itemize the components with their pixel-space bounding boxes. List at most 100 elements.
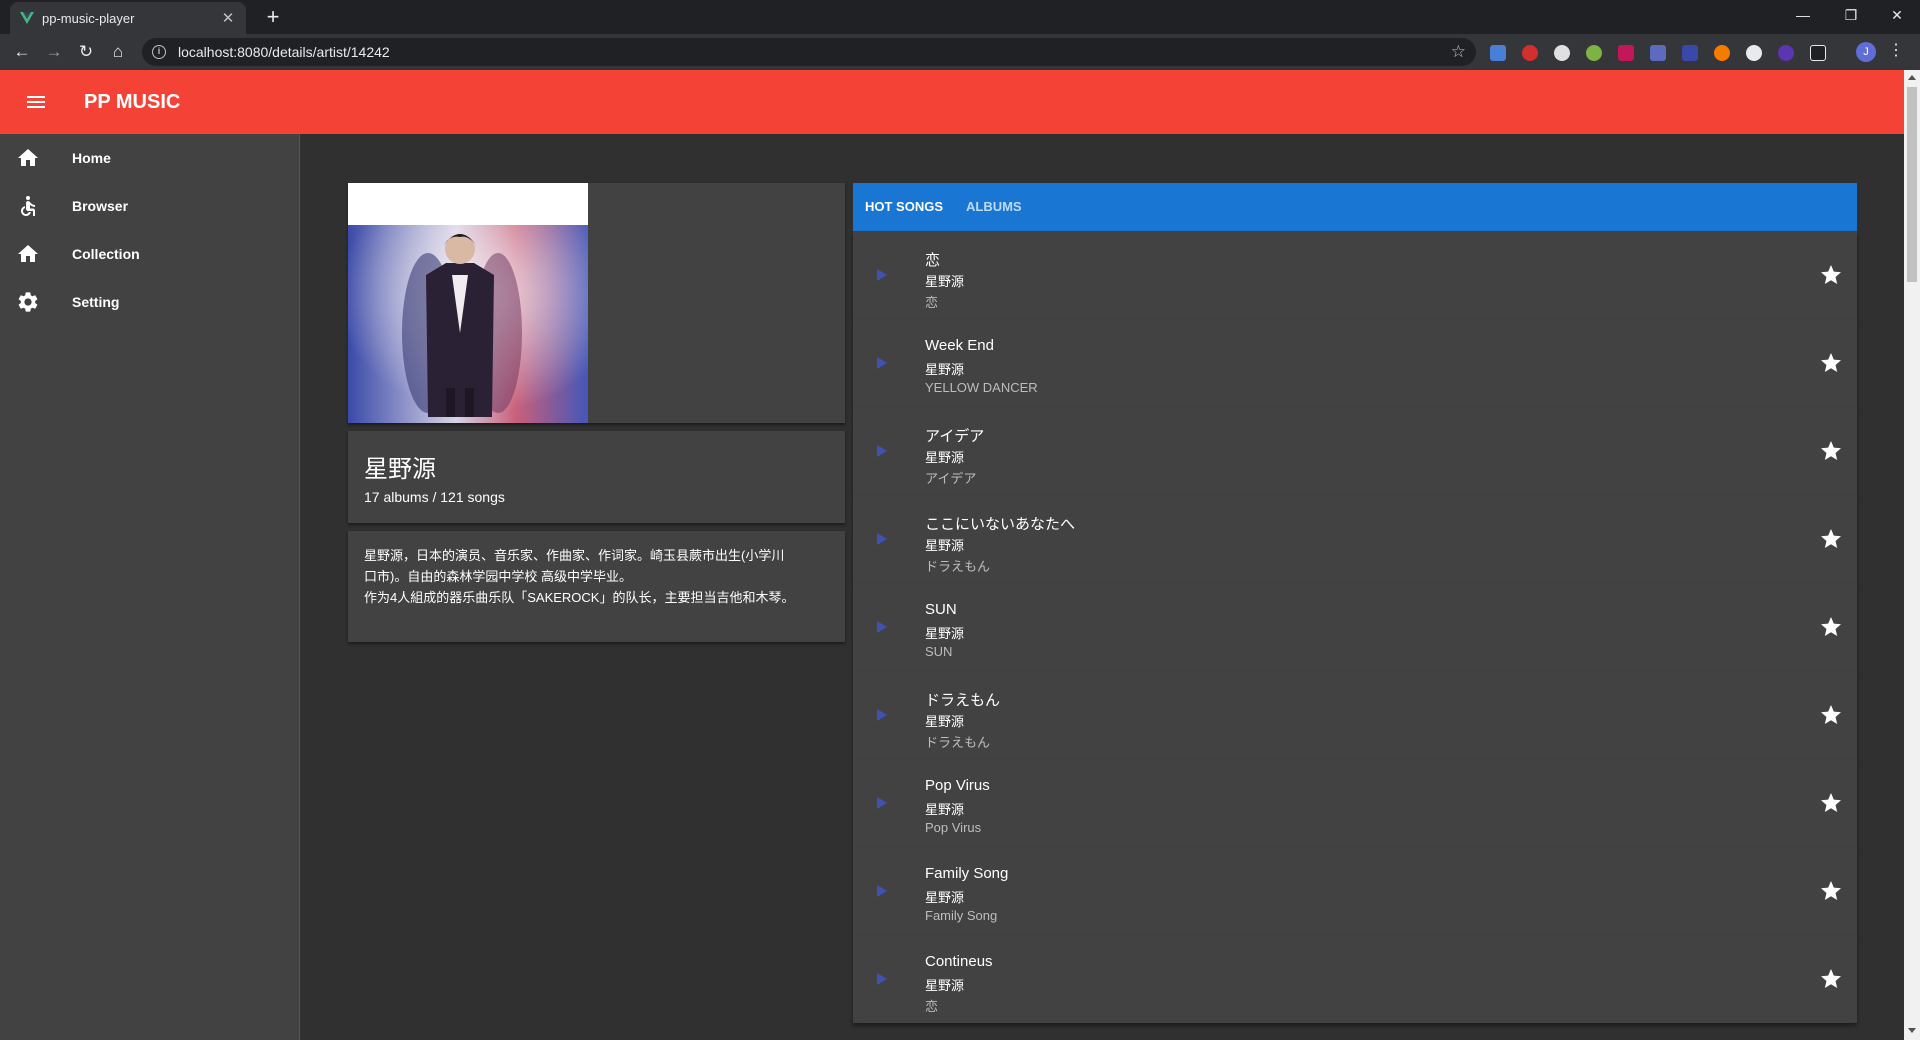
song-title: Family Song <box>925 865 1009 882</box>
profile-avatar[interactable]: J <box>1856 42 1876 62</box>
scrollbar-thumb[interactable] <box>1907 87 1917 282</box>
song-artist: 星野源 <box>925 890 965 905</box>
star-icon[interactable] <box>1819 263 1843 287</box>
bio-line: 作为4人組成的器乐曲乐队「SAKEROCK」的队长，主要担当吉他和木琴。 <box>364 590 795 605</box>
nav-label: Collection <box>72 246 140 262</box>
browser-tabstrip: pp-music-player ✕ + — ❐ ✕ <box>0 0 1920 34</box>
play-icon[interactable] <box>877 269 887 281</box>
page-scrollbar[interactable] <box>1904 70 1920 1040</box>
scroll-up-icon[interactable] <box>1908 75 1916 80</box>
play-icon[interactable] <box>877 533 887 545</box>
new-tab-button[interactable]: + <box>260 4 286 30</box>
extension-icon[interactable] <box>1650 45 1666 61</box>
address-bar[interactable]: i localhost:8080/details/artist/14242 ☆ <box>142 38 1476 66</box>
song-row[interactable]: ドラえもん 星野源 ドラえもん <box>853 671 1857 759</box>
star-icon[interactable] <box>1819 791 1843 815</box>
restore-window-button[interactable]: ❐ <box>1828 0 1874 30</box>
artist-name: 星野源 <box>364 456 436 483</box>
play-icon[interactable] <box>877 357 887 369</box>
extension-icon[interactable] <box>1810 45 1826 61</box>
star-icon[interactable] <box>1819 615 1843 639</box>
song-artist: 星野源 <box>925 362 965 377</box>
song-title: Week End <box>925 337 994 354</box>
song-row[interactable]: Week End 星野源 YELLOW DANCER <box>853 319 1857 407</box>
song-title: Pop Virus <box>925 777 990 794</box>
extension-icon[interactable] <box>1682 45 1698 61</box>
browser-home-icon[interactable]: ⌂ <box>106 40 130 64</box>
song-artist: 星野源 <box>925 978 965 993</box>
song-row[interactable]: 恋 星野源 恋 <box>853 231 1857 319</box>
close-tab-icon[interactable]: ✕ <box>220 9 236 27</box>
browser-toolbar: ← → ↻ ⌂ i localhost:8080/details/artist/… <box>0 34 1920 70</box>
play-icon[interactable] <box>877 797 887 809</box>
nav-label: Home <box>72 150 111 166</box>
star-icon[interactable] <box>1819 439 1843 463</box>
adblock-extension-icon[interactable] <box>1522 45 1538 61</box>
app-title: PP MUSIC <box>84 91 181 113</box>
nav-item-browser[interactable]: Browser <box>0 182 300 230</box>
browser-menu-icon[interactable]: ⋮ <box>1888 40 1904 60</box>
nav-item-collection[interactable]: Collection <box>0 230 300 278</box>
song-artist: 星野源 <box>925 538 965 553</box>
song-album: ドラえもん <box>925 735 991 750</box>
play-icon[interactable] <box>877 709 887 721</box>
tabs-bar: HOT SONGS ALBUMS <box>853 183 1857 231</box>
translate-extension-icon[interactable] <box>1490 45 1506 61</box>
song-title: ここにいないあなたへ <box>925 516 1076 533</box>
tab-hot-songs[interactable]: HOT SONGS <box>865 183 943 231</box>
song-row[interactable]: アイデア 星野源 アイデア <box>853 407 1857 495</box>
star-icon[interactable] <box>1819 703 1843 727</box>
extension-icon[interactable] <box>1554 45 1570 61</box>
nav-item-home[interactable]: Home <box>0 134 300 182</box>
extension-icon[interactable] <box>1746 45 1762 61</box>
gear-icon <box>18 292 38 312</box>
extension-icon[interactable] <box>1618 45 1634 61</box>
star-icon[interactable] <box>1819 967 1843 991</box>
play-icon[interactable] <box>877 621 887 633</box>
reload-icon[interactable]: ↻ <box>74 40 98 64</box>
app-bar: PP MUSIC <box>0 70 1904 134</box>
close-window-button[interactable]: ✕ <box>1874 0 1920 30</box>
vue-logo-icon <box>20 12 34 24</box>
nav-label: Setting <box>72 294 120 310</box>
song-title: SUN <box>925 601 957 618</box>
song-album: YELLOW DANCER <box>925 380 1038 395</box>
song-row[interactable]: ここにいないあなたへ 星野源 ドラえもん <box>853 495 1857 583</box>
star-icon[interactable] <box>1819 879 1843 903</box>
forward-icon[interactable]: → <box>42 40 66 64</box>
home-icon <box>18 245 38 262</box>
extension-icon[interactable] <box>1778 45 1794 61</box>
play-icon[interactable] <box>877 885 887 897</box>
nav-label: Browser <box>72 198 129 214</box>
extension-icon[interactable] <box>1714 45 1730 61</box>
star-icon[interactable] <box>1819 351 1843 375</box>
minimize-window-button[interactable]: — <box>1780 0 1826 30</box>
back-icon[interactable]: ← <box>10 40 34 64</box>
song-row[interactable]: SUN 星野源 SUN <box>853 583 1857 671</box>
song-title: アイデア <box>925 428 985 445</box>
bio-line: 星野源，日本的演员、音乐家、作曲家、作词家。崎玉县蕨市出生(小学川 <box>364 548 785 563</box>
song-artist: 星野源 <box>925 450 965 465</box>
bookmark-star-icon[interactable]: ☆ <box>1451 42 1466 62</box>
play-icon[interactable] <box>877 445 887 457</box>
star-icon[interactable] <box>1819 527 1843 551</box>
browser-tab[interactable]: pp-music-player ✕ <box>10 2 246 34</box>
song-album: ドラえもん <box>925 559 991 574</box>
song-row[interactable]: Pop Virus 星野源 Pop Virus <box>853 759 1857 847</box>
hamburger-menu-icon[interactable] <box>24 90 48 114</box>
song-title: 恋 <box>925 252 941 269</box>
song-album: Pop Virus <box>925 820 982 835</box>
song-row[interactable]: Contineus 星野源 恋 <box>853 935 1857 1023</box>
scroll-down-icon[interactable] <box>1908 1028 1916 1033</box>
home-icon <box>18 149 38 166</box>
song-row[interactable]: Family Song 星野源 Family Song <box>853 847 1857 935</box>
tab-albums[interactable]: ALBUMS <box>966 183 1022 231</box>
url-text: localhost:8080/details/artist/14242 <box>178 44 390 60</box>
extension-icon[interactable] <box>1586 45 1602 61</box>
artist-stats: 17 albums / 121 songs <box>364 489 505 505</box>
nav-item-setting[interactable]: Setting <box>0 278 300 326</box>
play-icon[interactable] <box>877 973 887 985</box>
songs-panel: HOT SONGS ALBUMS 恋 星野源 恋 Week End 星野源 YE… <box>853 183 1857 1040</box>
song-artist: 星野源 <box>925 626 965 641</box>
site-info-icon[interactable]: i <box>152 45 166 59</box>
